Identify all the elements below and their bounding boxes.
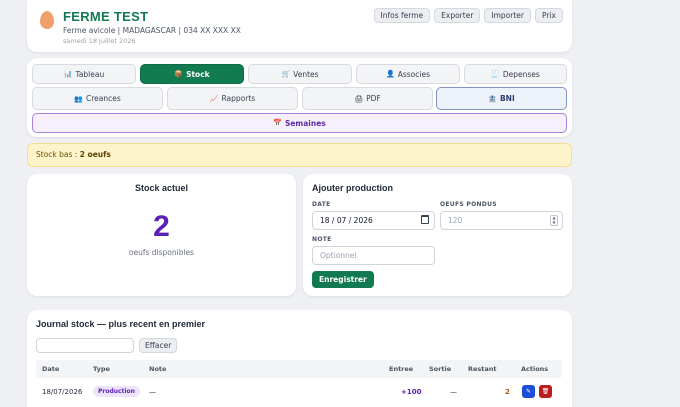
tab-stock[interactable]: 📦 Stock [140,64,244,84]
col-date: Date [42,365,60,373]
note-input[interactable]: Optionnel [312,246,435,265]
import-button[interactable]: Importer [484,8,531,23]
tab-semaines[interactable]: 📅 Semaines [32,113,567,133]
search-input[interactable] [36,338,134,353]
tab-bar: 📊 Tableau 📦 Stock 🛒 Ventes 👤 Associes 🧾 … [27,58,572,137]
tab-label: Semaines [284,118,326,128]
date-value: 18 / 07 / 2026 [320,216,373,225]
tab-label: BNI [499,94,515,103]
alert-value: 2 oeufs [79,150,111,159]
tab-label: Ventes [293,69,319,79]
col-note: Note [149,365,167,373]
col-in: Entree [389,365,414,373]
col-out: Sortie [429,365,452,373]
stock-value: 2 [153,210,170,243]
production-title: Ajouter production [312,183,393,193]
cart-icon: 🛒 [281,70,291,78]
tab-label: Rapports [221,94,256,103]
alert-prefix: Stock bas : [36,150,78,159]
row-note: — [149,388,156,396]
tab-label: Tableau [75,69,105,79]
save-button[interactable]: Enregistrer [312,271,374,288]
tab-label: Stock [186,69,210,79]
note-label: NOTE [312,236,332,243]
col-type: Type [93,365,110,373]
stock-unit: oeufs disponibles [128,248,195,257]
farm-title: FERME TEST [63,9,149,24]
stepper-icon[interactable]: ▲ ▼ [550,215,558,226]
farm-subtitle: Ferme avicole | MADAGASCAR | 034 XX XXX … [63,26,241,35]
trend-icon: 📈 [209,94,219,103]
type-badge: Production [93,386,140,397]
production-card: Ajouter production DATE 18 / 07 / 2026 O… [303,174,572,296]
bank-icon: 🏦 [488,94,497,103]
tab-ventes[interactable]: 🛒 Ventes [248,64,352,84]
printer-icon: 🖨 [354,94,364,103]
farm-date: samedi 18 juillet 2026 [63,37,136,45]
tab-label: PDF [366,94,381,103]
clear-button[interactable]: Effacer [139,338,178,353]
tab-label: Associes [397,69,430,79]
eggs-placeholder: 120 [448,216,463,225]
journal-title: Journal stock — plus recent en premier [36,319,206,329]
row-date: 18/07/2026 [42,388,83,396]
chart-icon: 📊 [63,70,73,78]
stock-card: Stock actuel 2 oeufs disponibles [27,174,296,296]
calendar-icon[interactable] [421,215,429,224]
export-button[interactable]: Exporter [434,8,481,23]
calendar-icon: 📅 [273,119,282,127]
box-icon: 📦 [174,70,184,78]
row-in: +100 [401,388,422,396]
edit-icon[interactable]: ✎ [522,385,535,398]
tab-label: Creances [85,94,121,103]
tab-bni[interactable]: 🏦 BNI [436,87,567,110]
row-out: — [450,388,457,396]
people-icon: 👥 [74,94,83,103]
date-input[interactable]: 18 / 07 / 2026 [312,211,435,230]
egg-icon [40,11,54,29]
eggs-label: OEUFS PONDUS [440,201,497,208]
tab-depenses[interactable]: 🧾 Depenses [464,64,567,84]
stock-title: Stock actuel [134,183,189,193]
farm-info-button[interactable]: Infos ferme [373,8,431,23]
receipt-icon: 🧾 [491,70,500,78]
tab-pdf[interactable]: 🖨 PDF [302,87,433,110]
col-actions: Actions [521,365,549,373]
col-rest: Restant [468,365,497,373]
date-label: DATE [312,201,331,208]
tab-tableau[interactable]: 📊 Tableau [32,64,136,84]
table-header: Date Type Note Entree Sortie Restant Act… [36,360,562,378]
trash-icon[interactable]: 🗑 [539,385,552,398]
tab-associes[interactable]: 👤 Associes [356,64,460,84]
person-icon: 👤 [386,70,395,78]
tab-rapports[interactable]: 📈 Rapports [167,87,298,110]
tab-label: Depenses [502,69,540,79]
tab-creances[interactable]: 👥 Creances [32,87,163,110]
journal-card: Journal stock — plus recent en premier E… [27,310,572,407]
row-rest: 2 [505,388,510,396]
note-placeholder: Optionnel [320,251,357,260]
prices-button[interactable]: Prix [535,8,563,23]
farm-header: FERME TEST Ferme avicole | MADAGASCAR | … [27,0,572,52]
eggs-input[interactable]: 120 ▲ ▼ [440,211,563,230]
header-actions: Infos ferme Exporter Importer Prix [373,8,563,23]
low-stock-alert: Stock bas : 2 oeufs [27,143,572,167]
